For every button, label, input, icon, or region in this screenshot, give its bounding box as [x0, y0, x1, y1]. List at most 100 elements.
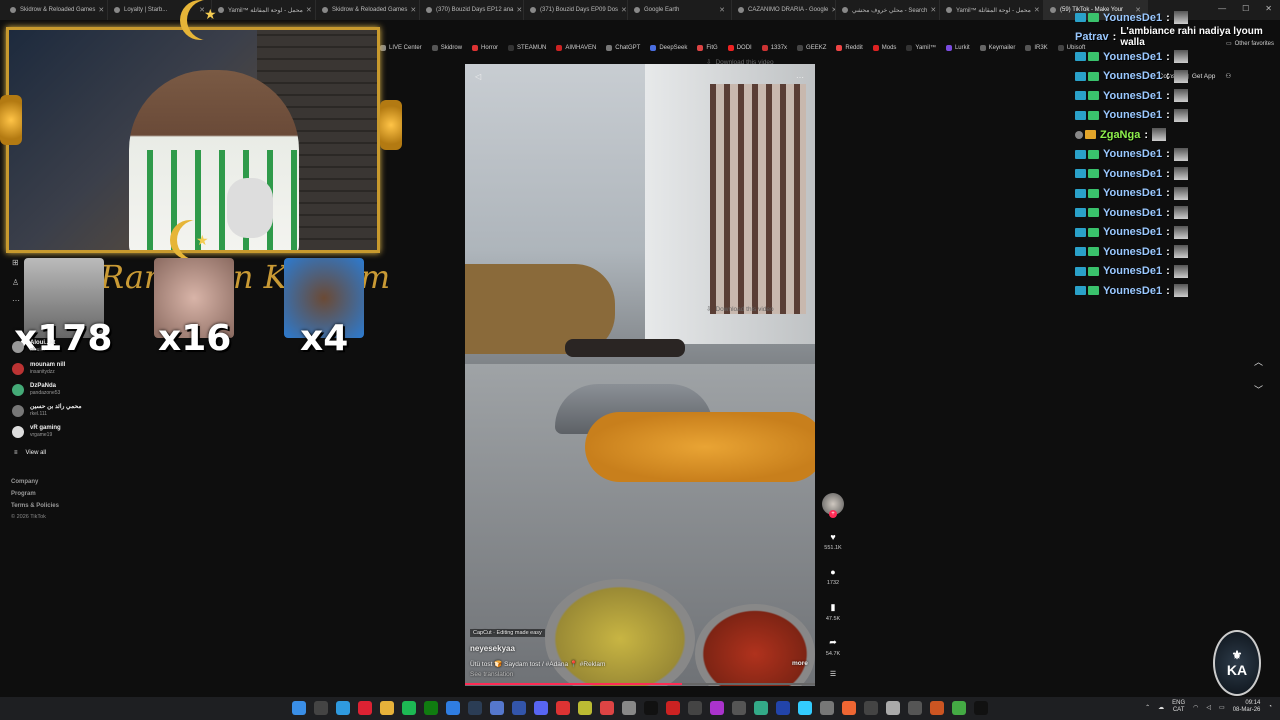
video-author[interactable]: neyesekyaa — [470, 644, 515, 653]
save-button[interactable]: ▮ 47.5K — [822, 602, 844, 622]
footer-terms[interactable]: Terms & Policies — [11, 503, 59, 509]
close-tab-icon[interactable]: ✕ — [95, 6, 104, 14]
browser-tab[interactable]: (371) Bouzid Days EP09 Dos ✕ — [524, 0, 628, 20]
app-icon[interactable] — [600, 701, 614, 715]
app-icon[interactable] — [864, 701, 878, 715]
close-tab-icon[interactable]: ✕ — [513, 6, 522, 14]
app-icon[interactable] — [666, 701, 680, 715]
volume-icon[interactable]: ◁ — [1206, 704, 1211, 711]
ubisoft-icon[interactable] — [512, 701, 526, 715]
bookmark-item[interactable]: FitG — [697, 44, 718, 51]
tiktok-icon[interactable] — [974, 701, 988, 715]
comment-button[interactable]: ● 1732 — [822, 567, 844, 586]
close-tab-icon[interactable]: ✕ — [407, 6, 416, 14]
app-icon[interactable] — [930, 701, 944, 715]
browser-tab[interactable]: CAZANIMO DRARIA - Google✕ — [732, 0, 836, 20]
search-icon[interactable] — [314, 701, 328, 715]
bookmark-item[interactable]: Lurkit — [945, 44, 970, 51]
edge-icon[interactable] — [336, 701, 350, 715]
onedrive-icon[interactable]: ☁ — [1158, 704, 1164, 711]
chevron-down-icon[interactable]: ﹀ — [1254, 383, 1263, 396]
bookmark-item[interactable]: Reddit — [836, 44, 863, 51]
language-indicator[interactable]: ENG CAT — [1172, 700, 1185, 714]
bookmark-item[interactable]: Skidrow — [431, 44, 462, 51]
steam-icon[interactable] — [468, 701, 482, 715]
spotify-icon[interactable] — [402, 701, 416, 715]
more-icon[interactable]: ⋯ — [12, 296, 20, 305]
share-button[interactable]: ➦ 54.7K — [822, 637, 844, 657]
bookmark-item[interactable]: Horror — [472, 44, 498, 51]
clock[interactable]: 09:14 08-Mar-26 — [1233, 700, 1261, 714]
app-icon[interactable] — [578, 701, 592, 715]
sidebar-account[interactable]: محمي رائد بن حسين rkel.111 — [12, 404, 82, 417]
chrome-icon[interactable] — [952, 701, 966, 715]
see-translation-link[interactable]: See translation — [470, 671, 513, 678]
close-tab-icon[interactable]: ✕ — [927, 6, 936, 14]
browser-tab[interactable]: محلي خروف محشي - Search ✕ — [836, 0, 940, 20]
brave-icon[interactable] — [358, 701, 372, 715]
start-icon[interactable] — [292, 701, 306, 715]
discord-icon[interactable] — [534, 701, 548, 715]
tiktok-icon[interactable] — [644, 701, 658, 715]
globe-icon[interactable] — [446, 701, 460, 715]
app-icon[interactable] — [842, 701, 856, 715]
app-icon[interactable] — [886, 701, 900, 715]
bookmark-item[interactable]: ChatGPT — [606, 44, 640, 51]
volume-icon[interactable]: ◁ — [475, 72, 481, 81]
download-badge-mid[interactable]: ⇩ Download this video — [706, 305, 774, 314]
sidebar-account[interactable]: DzPaNda pandazone53 — [12, 383, 60, 396]
browser-tab[interactable]: Skidrow & Reloaded Games ✕ — [4, 0, 108, 20]
bookmark-item[interactable]: LIVE Center — [380, 44, 422, 51]
bookmark-item[interactable]: AIMHAVEN — [556, 44, 596, 51]
notification-icon[interactable]: ◔ — [1268, 704, 1272, 710]
close-tab-icon[interactable]: ✕ — [716, 6, 725, 14]
browser-tab[interactable]: Yamil™ محمل - لوحة المقاتلة ✕ — [212, 0, 316, 20]
sidebar-account[interactable]: mounam nill insanitydzz — [12, 362, 65, 375]
close-tab-icon[interactable]: ✕ — [303, 6, 312, 14]
sidebar-account[interactable]: vR gaming vrgame19 — [12, 425, 61, 438]
bookmark-item[interactable]: IR3K — [1025, 44, 1048, 51]
xbox-icon[interactable] — [424, 701, 438, 715]
app-icon[interactable] — [556, 701, 570, 715]
chevron-up-icon[interactable]: ︿ — [1254, 355, 1263, 368]
chevron-up-icon[interactable]: ⌃ — [1145, 704, 1150, 711]
bookmark-item[interactable]: GEEKZ — [797, 44, 826, 51]
download-badge-top[interactable]: ⇩ Download this video — [706, 58, 774, 67]
follow-plus-icon[interactable]: + — [829, 510, 837, 518]
app-icon[interactable] — [754, 701, 768, 715]
bookmark-item[interactable]: DODI — [727, 44, 752, 51]
sidebar-account[interactable]: Aloui...kt aloui... — [12, 340, 55, 353]
like-button[interactable]: ♥ 551.1K — [822, 532, 844, 551]
app-icon[interactable] — [798, 701, 812, 715]
footer-company[interactable]: Company — [11, 479, 38, 485]
app-icon[interactable] — [908, 701, 922, 715]
battery-icon[interactable]: ▭ — [1219, 704, 1225, 711]
bookmark-item[interactable]: Keymailer — [979, 44, 1015, 51]
upload-icon[interactable]: ⊞ — [12, 258, 20, 267]
bookmark-item[interactable]: Yamil™ — [906, 44, 936, 51]
app-icon[interactable] — [820, 701, 834, 715]
browser-tab[interactable]: Google Earth ✕ — [628, 0, 732, 20]
capcut-badge[interactable]: CapCut · Editing made easy — [470, 629, 545, 637]
app-icon[interactable] — [776, 701, 790, 715]
close-tab-icon[interactable]: ✕ — [618, 6, 627, 14]
browser-tab[interactable]: Yamil™ محمل - لوحة المقاتلة ✕ — [940, 0, 1044, 20]
more-options-icon[interactable]: ⋯ — [796, 73, 804, 82]
bookmark-item[interactable]: Mods — [872, 44, 896, 51]
app-icon[interactable] — [732, 701, 746, 715]
bookmark-item[interactable]: 1337x — [761, 44, 787, 51]
caption-more-button[interactable]: more — [792, 660, 808, 667]
view-all-button[interactable]: ≡ View all — [14, 450, 46, 456]
music-disc[interactable]: ☰ — [822, 670, 844, 678]
close-tab-icon[interactable]: ✕ — [1031, 6, 1040, 14]
app-icon[interactable] — [710, 701, 724, 715]
browser-tab[interactable]: Skidrow & Reloaded Games ✕ — [316, 0, 420, 20]
app-icon[interactable] — [688, 701, 702, 715]
bookmark-item[interactable]: STEAMUN — [508, 44, 546, 51]
wifi-icon[interactable]: ◠ — [1193, 704, 1198, 711]
footer-program[interactable]: Program — [11, 491, 36, 497]
app-icon[interactable] — [622, 701, 636, 715]
browser-tab[interactable]: (370) Bouzid Days EP12 ana ✕ — [420, 0, 524, 20]
bookmark-item[interactable]: DeepSeek — [650, 44, 687, 51]
app-icon[interactable] — [490, 701, 504, 715]
